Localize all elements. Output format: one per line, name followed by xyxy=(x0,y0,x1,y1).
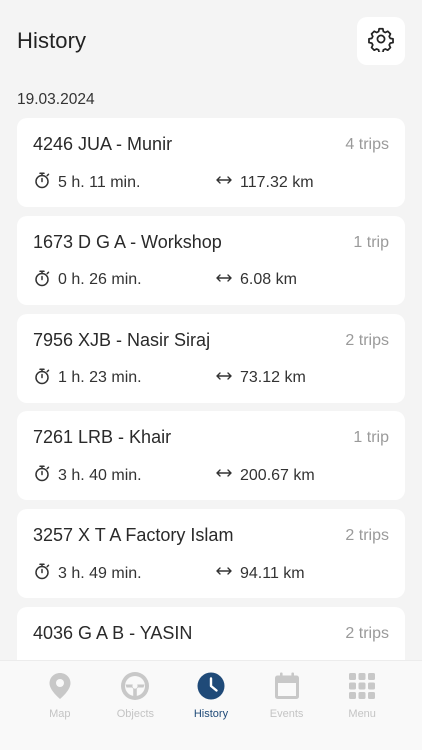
nav-item-events[interactable]: Events xyxy=(252,661,322,750)
nav-item-objects[interactable]: Objects xyxy=(100,661,170,750)
steering-wheel-icon xyxy=(120,671,150,701)
calendar-icon xyxy=(272,671,302,701)
distance-value: 73.12 km xyxy=(240,369,306,387)
distance-arrow-icon xyxy=(215,367,240,390)
duration: 5 h. 11 min. xyxy=(33,171,140,194)
distance: 94.11 km xyxy=(215,562,305,585)
vehicle-name: 7261 LRB - Khair xyxy=(33,427,172,448)
distance: 117.32 km xyxy=(215,171,314,194)
trip-count: 2 trips xyxy=(345,331,389,349)
trip-count: 1 trip xyxy=(353,429,389,447)
history-screen: History 19.03.2024 4246 JUA - Munir 4 tr… xyxy=(0,0,422,750)
trip-card[interactable]: 7261 LRB - Khair 1 trip 3 h. 40 min. 200… xyxy=(17,411,405,501)
nav-item-menu[interactable]: Menu xyxy=(327,661,397,750)
distance-value: 94.11 km xyxy=(240,564,305,582)
vehicle-name: 4246 JUA - Munir xyxy=(33,134,173,154)
duration: 0 h. 26 min. xyxy=(33,269,142,292)
trip-count: 4 trips xyxy=(345,136,389,153)
nav-label: History xyxy=(193,708,229,720)
trip-card[interactable]: 4246 JUA - Munir 4 trips 5 h. 11 min. 11… xyxy=(17,118,405,207)
duration-value: 0 h. 26 min. xyxy=(58,271,142,289)
map-pin-icon xyxy=(45,671,75,701)
duration: 1 h. 23 min. xyxy=(33,367,142,390)
trip-count: 2 trips xyxy=(345,527,389,545)
grid-icon xyxy=(347,671,377,701)
nav-label: Events xyxy=(269,708,304,720)
settings-button[interactable] xyxy=(357,17,405,65)
distance-arrow-icon xyxy=(215,562,240,585)
duration: 3 h. 40 min. xyxy=(33,464,142,487)
clock-icon xyxy=(196,671,226,701)
nav-label: Map xyxy=(49,708,71,720)
nav-label: Objects xyxy=(116,708,155,720)
distance-value: 6.08 km xyxy=(240,271,297,289)
trip-list: 4246 JUA - Munir 4 trips 5 h. 11 min. 11… xyxy=(17,118,405,705)
duration-value: 3 h. 40 min. xyxy=(58,466,142,484)
distance-value: 117.32 km xyxy=(240,173,314,191)
stopwatch-icon xyxy=(33,464,58,487)
vehicle-name: 7956 XJB - Nasir Siraj xyxy=(33,329,211,350)
duration-value: 5 h. 11 min. xyxy=(58,173,141,191)
stopwatch-icon xyxy=(33,367,58,390)
duration-value: 1 h. 23 min. xyxy=(58,369,142,387)
vehicle-name: 4036 G A B - YASIN xyxy=(33,622,193,643)
stopwatch-icon xyxy=(33,171,58,194)
vehicle-name: 1673 D G A - Workshop xyxy=(33,231,222,252)
trip-card[interactable]: 3257 X T A Factory Islam 2 trips 3 h. 49… xyxy=(17,509,405,599)
duration-value: 3 h. 49 min. xyxy=(58,564,142,582)
nav-item-map[interactable]: Map xyxy=(25,661,95,750)
duration: 3 h. 49 min. xyxy=(33,562,142,585)
gear-icon xyxy=(368,26,394,57)
trip-count: 1 trip xyxy=(353,233,389,251)
distance-arrow-icon xyxy=(215,269,240,292)
vehicle-name: 3257 X T A Factory Islam xyxy=(33,525,234,546)
date-heading: 19.03.2024 xyxy=(17,91,95,108)
distance-arrow-icon xyxy=(215,464,240,487)
distance-value: 200.67 km xyxy=(240,466,315,484)
trip-card[interactable]: 1673 D G A - Workshop 1 trip 0 h. 26 min… xyxy=(17,215,405,305)
bottom-nav: Map Objects History Events Menu xyxy=(0,660,422,750)
nav-label: Menu xyxy=(348,708,376,720)
header: History xyxy=(0,0,422,84)
distance: 200.67 km xyxy=(215,464,315,487)
distance: 73.12 km xyxy=(215,367,306,390)
trip-card[interactable]: 7956 XJB - Nasir Siraj 2 trips 1 h. 23 m… xyxy=(17,313,405,403)
stopwatch-icon xyxy=(33,562,58,585)
distance-arrow-icon xyxy=(215,171,240,194)
nav-item-history[interactable]: History xyxy=(176,661,246,750)
stopwatch-icon xyxy=(33,269,58,292)
trip-count: 2 trips xyxy=(345,624,389,642)
distance: 6.08 km xyxy=(215,269,297,292)
page-title: History xyxy=(17,28,87,53)
